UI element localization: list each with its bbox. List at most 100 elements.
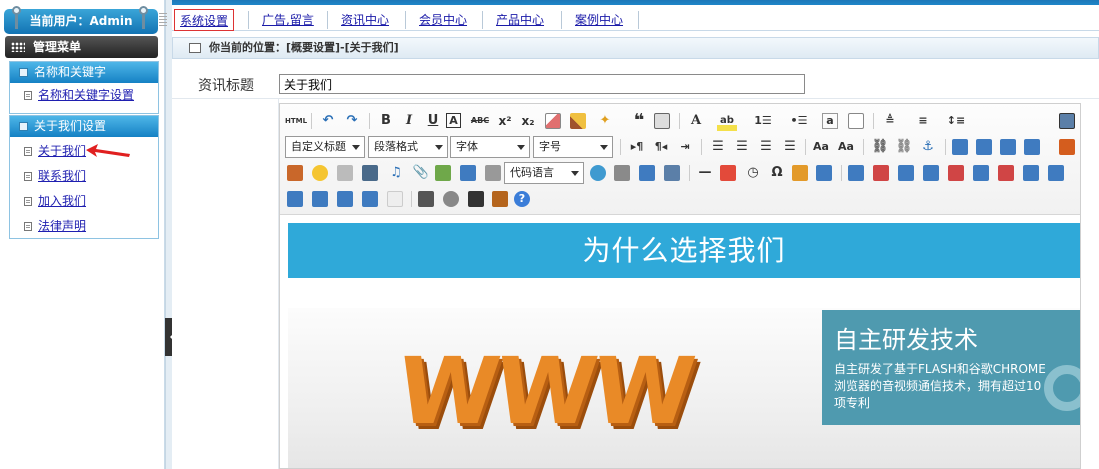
bold-icon[interactable]: B (376, 111, 396, 131)
rtl-icon[interactable]: ¶◂ (651, 137, 671, 157)
insert-row-icon[interactable] (923, 165, 939, 181)
tab-news[interactable]: 资讯中心 (341, 9, 389, 31)
sidebar-item-join[interactable]: 加入我们 (10, 189, 158, 214)
delete-row-icon[interactable] (948, 165, 964, 181)
music-icon[interactable]: ♫ (386, 163, 406, 183)
menu-group-header[interactable]: 关于我们设置 (10, 116, 158, 137)
title-input[interactable] (279, 74, 805, 94)
align-right-icon[interactable]: ☰ (756, 137, 776, 157)
help-icon[interactable]: ? (514, 191, 530, 207)
scrawl-icon[interactable] (337, 165, 353, 181)
underline-icon[interactable]: U (423, 111, 443, 131)
italic-icon[interactable]: I (399, 111, 419, 131)
subscript-icon[interactable]: x₂ (518, 111, 538, 131)
tab-cases[interactable]: 案例中心 (575, 9, 623, 31)
highlight-color-icon[interactable]: ab (717, 111, 737, 131)
clear-doc-icon[interactable] (848, 113, 864, 129)
ordered-list-icon[interactable]: 1☰ (753, 111, 773, 131)
simple-upload-icon[interactable] (287, 165, 303, 181)
drafts-icon[interactable] (492, 191, 508, 207)
superscript-icon[interactable]: x² (495, 111, 515, 131)
font-border-icon[interactable]: A (446, 113, 461, 128)
sidebar-item-label[interactable]: 加入我们 (38, 194, 86, 208)
font-color-icon[interactable]: A (686, 111, 706, 131)
time-icon[interactable]: ◷ (743, 163, 763, 183)
insert-col-icon[interactable] (973, 165, 989, 181)
tab-ads-messages[interactable]: 广告,留言 (262, 9, 314, 31)
snapscreen-icon[interactable] (792, 165, 808, 181)
attachment-icon[interactable]: 📎 (411, 163, 431, 183)
select-all-icon[interactable]: a (822, 113, 838, 129)
merge-down-icon[interactable] (287, 191, 303, 207)
delete-col-icon[interactable] (998, 165, 1014, 181)
row-spacing-top-icon[interactable]: ≜ (880, 111, 900, 131)
align-justify-icon[interactable]: ☰ (780, 137, 800, 157)
menu-group-header[interactable]: 名称和关键字 (10, 62, 158, 83)
tab-label[interactable]: 资讯中心 (341, 13, 389, 27)
anchor-icon[interactable]: ⚓ (918, 137, 938, 157)
video-icon[interactable] (362, 165, 378, 181)
insert-table-icon[interactable] (848, 165, 864, 181)
html-source-button[interactable]: HTML (285, 111, 307, 131)
custom-title-select[interactable]: 自定义标题 (285, 136, 365, 158)
tab-products[interactable]: 产品中心 (496, 9, 544, 31)
code-language-select[interactable]: 代码语言 (504, 162, 584, 184)
sidebar-item-keywords[interactable]: 名称和关键字设置 (10, 83, 158, 108)
tab-label[interactable]: 会员中心 (419, 13, 467, 27)
preview-icon[interactable] (443, 191, 459, 207)
special-char-icon[interactable]: Ω (767, 163, 787, 183)
eraser-icon[interactable] (545, 113, 561, 129)
uppercase-icon[interactable]: Aa (811, 137, 831, 157)
align-left-icon[interactable]: ☰ (708, 137, 728, 157)
row-spacing-bottom-icon[interactable]: ≡ (913, 111, 933, 131)
align-center-icon[interactable]: ☰ (732, 137, 752, 157)
split-to-cols-icon[interactable] (362, 191, 378, 207)
editor-content[interactable]: 为什么选择我们 WWW 自主研发技术 自主研发了基于FLASH和谷歌CHROME… (280, 216, 1080, 468)
sidebar-item-label[interactable]: 法律声明 (38, 219, 86, 233)
tab-label[interactable]: 产品中心 (496, 13, 544, 27)
line-height-icon[interactable]: ↕≡ (946, 111, 966, 131)
image-left-icon[interactable] (952, 139, 968, 155)
strikethrough-icon[interactable]: ABC (470, 111, 490, 131)
redo-icon[interactable]: ↷ (342, 111, 362, 131)
search-replace-icon[interactable] (816, 165, 832, 181)
link-icon[interactable]: ⛓ (870, 137, 890, 157)
print-icon[interactable] (418, 191, 434, 207)
image-right-icon[interactable] (1000, 139, 1016, 155)
split-to-rows-icon[interactable] (337, 191, 353, 207)
horizontal-rule-icon[interactable]: — (695, 163, 715, 183)
collapse-sidebar-button[interactable] (165, 318, 174, 356)
charts-icon[interactable] (387, 191, 403, 207)
sidebar-item-legal[interactable]: 法律声明 (10, 214, 158, 239)
font-size-select[interactable]: 字号 (533, 136, 613, 158)
split-to-cells-icon[interactable] (312, 191, 328, 207)
font-family-select[interactable]: 字体 (450, 136, 530, 158)
page-break-icon[interactable] (614, 165, 630, 181)
tab-label[interactable]: 广告,留言 (262, 13, 314, 27)
format-brush-icon[interactable] (570, 113, 586, 129)
search-icon[interactable] (468, 191, 484, 207)
merge-cells-icon[interactable] (1023, 165, 1039, 181)
lowercase-icon[interactable]: Aa (836, 137, 856, 157)
ltr-icon[interactable]: ▸¶ (627, 137, 647, 157)
date-icon[interactable] (720, 165, 736, 181)
tab-label[interactable]: 系统设置 (180, 14, 228, 28)
blockquote-icon[interactable]: ❝ (629, 111, 649, 131)
template-icon[interactable] (639, 165, 655, 181)
tab-system-settings[interactable]: 系统设置 (174, 9, 235, 31)
unordered-list-icon[interactable]: •☰ (789, 111, 809, 131)
gmap-icon[interactable] (460, 165, 476, 181)
sidebar-item-contact[interactable]: 联系我们 (10, 164, 158, 189)
auto-format-icon[interactable]: ✦ (595, 111, 615, 131)
delete-table-icon[interactable] (873, 165, 889, 181)
emotion-icon[interactable] (312, 165, 328, 181)
paragraph-format-select[interactable]: 段落格式 (368, 136, 448, 158)
background-icon[interactable] (590, 165, 606, 181)
paste-plain-icon[interactable] (654, 113, 670, 129)
tab-members[interactable]: 会员中心 (419, 9, 467, 31)
tab-label[interactable]: 案例中心 (575, 13, 623, 27)
undo-icon[interactable]: ↶ (318, 111, 338, 131)
image-icon[interactable] (1059, 139, 1075, 155)
sidebar-splitter[interactable] (165, 0, 172, 469)
indent-icon[interactable]: ⇥ (675, 137, 695, 157)
